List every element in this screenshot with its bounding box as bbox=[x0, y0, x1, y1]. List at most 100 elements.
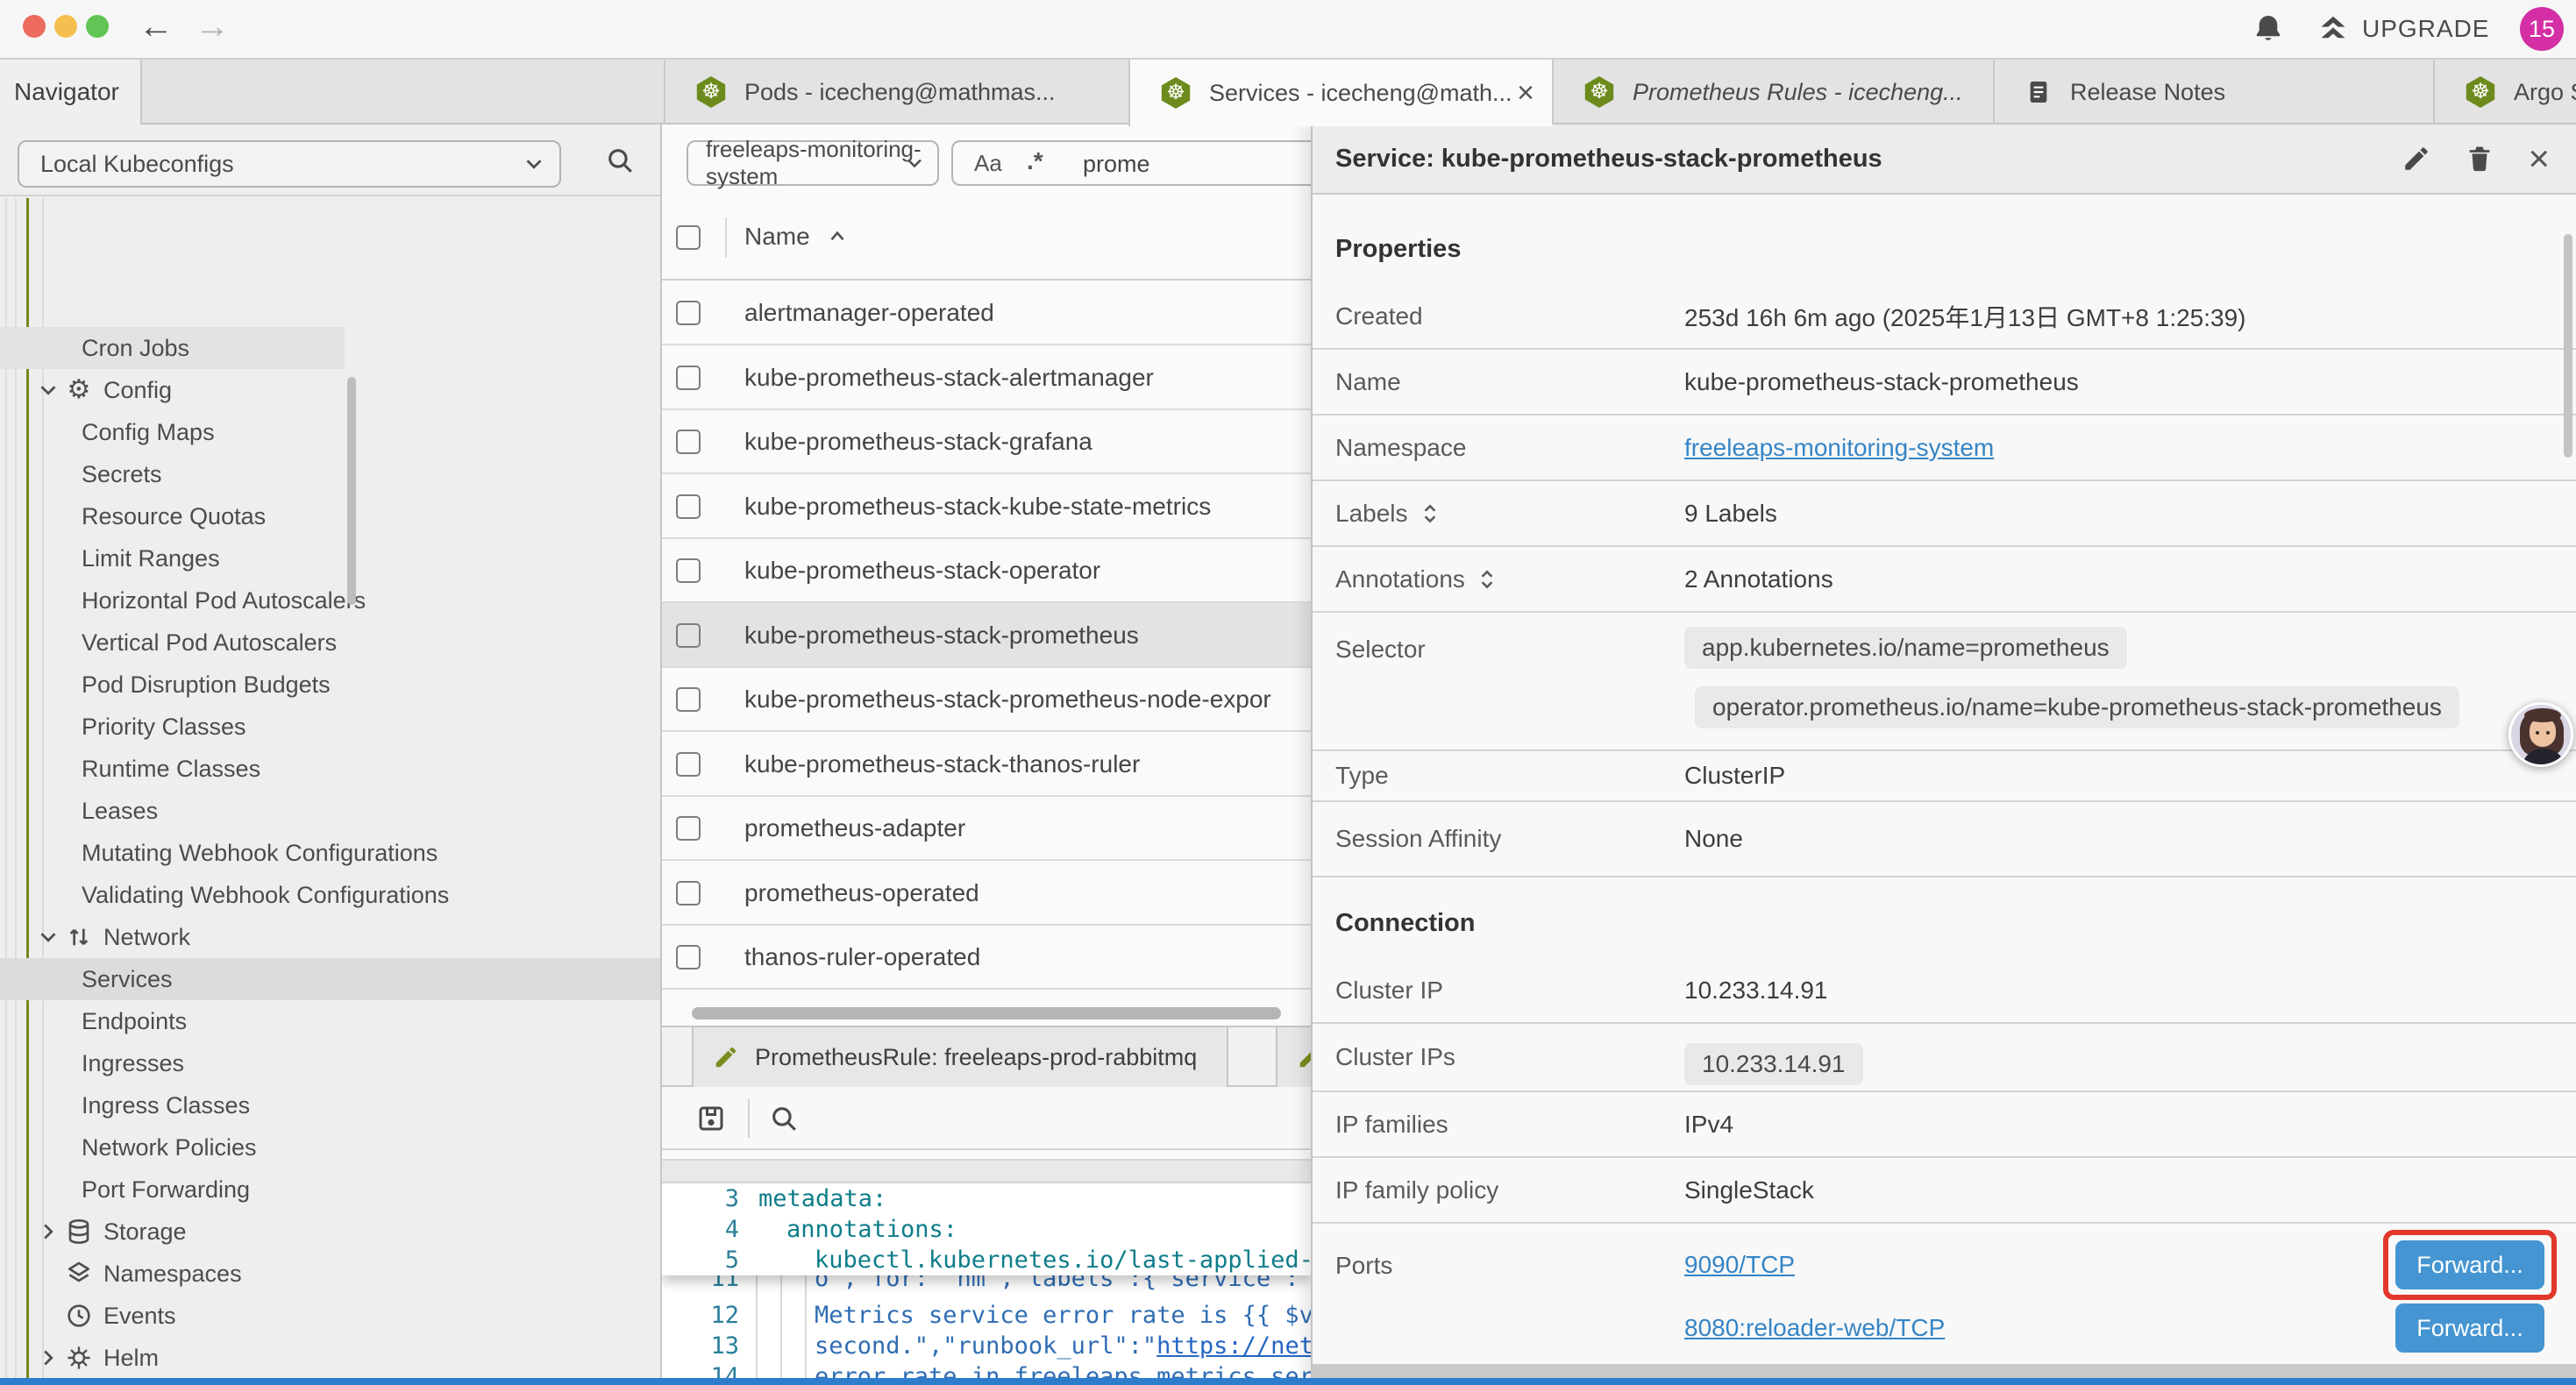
column-header-name[interactable]: Name bbox=[744, 223, 849, 251]
back-arrow-icon[interactable]: ← bbox=[139, 7, 174, 46]
row-checkbox[interactable] bbox=[676, 945, 701, 970]
notification-count-badge[interactable]: 15 bbox=[2520, 7, 2564, 51]
horizontal-scrollbar[interactable] bbox=[1313, 1364, 2576, 1378]
pencil-icon[interactable] bbox=[2402, 144, 2431, 174]
scrollbar-thumb[interactable] bbox=[347, 377, 356, 605]
row-checkbox[interactable] bbox=[676, 752, 701, 777]
close-window-icon[interactable] bbox=[23, 15, 46, 38]
tab-argo-se[interactable]: ☸Argo Se bbox=[2433, 60, 2576, 124]
sidebar-item-priority-classes[interactable]: Priority Classes bbox=[0, 706, 660, 748]
table-row-kube-prometheus-stack-kube-state-metrics[interactable]: kube-prometheus-stack-kube-state-metrics bbox=[662, 474, 1311, 539]
kubernetes-icon: ☸ bbox=[2465, 76, 2496, 108]
upgrade-button[interactable]: UPGRADE bbox=[2316, 12, 2489, 46]
sidebar-item-runtime-classes[interactable]: Runtime Classes bbox=[0, 748, 660, 790]
sidebar-item-ingress-classes[interactable]: Ingress Classes bbox=[0, 1084, 660, 1126]
editor-tab-prometheusrule[interactable]: PrometheusRule: freeleaps-prod-rabbitmq bbox=[692, 1027, 1228, 1087]
sidebar-item-endpoints[interactable]: Endpoints bbox=[0, 1000, 660, 1042]
sidebar-item-pod-disruption-budgets[interactable]: Pod Disruption Budgets bbox=[0, 664, 660, 706]
row-checkbox[interactable] bbox=[676, 558, 701, 583]
sidebar-item-network-policies[interactable]: Network Policies bbox=[0, 1126, 660, 1168]
select-all-checkbox[interactable] bbox=[676, 225, 701, 250]
sidebar-item-port-forwarding[interactable]: Port Forwarding bbox=[0, 1168, 660, 1211]
sidebar-item-secrets[interactable]: Secrets bbox=[0, 453, 660, 495]
sidebar-item-label: Leases bbox=[82, 798, 158, 825]
table-row-kube-prometheus-stack-grafana[interactable]: kube-prometheus-stack-grafana bbox=[662, 409, 1311, 474]
sidebar-item-ingresses[interactable]: Ingresses bbox=[0, 1042, 660, 1084]
trash-icon[interactable] bbox=[2465, 144, 2494, 174]
sidebar-item-resource-quotas[interactable]: Resource Quotas bbox=[0, 495, 660, 537]
save-icon[interactable] bbox=[695, 1103, 727, 1134]
zoom-window-icon[interactable] bbox=[86, 15, 109, 38]
table-row-prometheus-operated[interactable]: prometheus-operated bbox=[662, 861, 1311, 926]
scrollbar-thumb[interactable] bbox=[2564, 234, 2572, 458]
sidebar-item-label: Port Forwarding bbox=[82, 1176, 250, 1204]
field-label: IP family policy bbox=[1313, 1176, 1684, 1204]
minimize-window-icon[interactable] bbox=[54, 15, 77, 38]
table-row-kube-prometheus-stack-prometheus-node-expor[interactable]: kube-prometheus-stack-prometheus-node-ex… bbox=[662, 667, 1311, 732]
search-input[interactable]: Aa .* prome bbox=[951, 140, 1311, 186]
search-icon[interactable] bbox=[605, 146, 635, 175]
tab-services-icecheng-math[interactable]: ☸Services - icecheng@math...× bbox=[1128, 60, 1552, 126]
value-chip: 10.233.14.91 bbox=[1684, 1043, 1863, 1085]
row-checkbox[interactable] bbox=[676, 494, 701, 519]
sidebar-item-label: Resource Quotas bbox=[82, 503, 266, 530]
tab-navigator[interactable]: Navigator bbox=[0, 60, 142, 124]
forward-button[interactable]: Forward... bbox=[2395, 1303, 2544, 1353]
table-row-alertmanager-operated[interactable]: alertmanager-operated bbox=[662, 281, 1311, 345]
table-row-kube-prometheus-stack-prometheus[interactable]: kube-prometheus-stack-prometheus bbox=[662, 603, 1311, 668]
editor-tab-partial[interactable] bbox=[1276, 1027, 1311, 1087]
sidebar-item-limit-ranges[interactable]: Limit Ranges bbox=[0, 537, 660, 579]
sidebar-item-storage[interactable]: Storage bbox=[0, 1211, 660, 1253]
namespace-filter-select[interactable]: freeleaps-monitoring-system bbox=[687, 140, 939, 186]
sidebar-item-validating-webhook-configurations[interactable]: Validating Webhook Configurations bbox=[0, 874, 660, 916]
forward-arrow-icon[interactable]: → bbox=[195, 7, 230, 46]
close-icon[interactable]: × bbox=[2528, 140, 2550, 177]
avatar[interactable] bbox=[2508, 702, 2573, 767]
field-value: IPv4 bbox=[1684, 1111, 1733, 1139]
service-name: alertmanager-operated bbox=[744, 299, 994, 327]
row-checkbox[interactable] bbox=[676, 301, 701, 325]
sidebar-item-config[interactable]: ⚙Config bbox=[0, 369, 660, 411]
tab-pods-icecheng-mathmas[interactable]: ☸Pods - icecheng@mathmas... bbox=[664, 60, 1128, 124]
notifications-bell-icon[interactable] bbox=[2252, 12, 2285, 46]
port-link[interactable]: 9090/TCP bbox=[1684, 1251, 1795, 1279]
service-name: kube-prometheus-stack-operator bbox=[744, 557, 1100, 585]
regex-toggle[interactable]: .* bbox=[1027, 147, 1043, 175]
chevron-down-icon[interactable] bbox=[35, 377, 61, 403]
chevron-right-icon[interactable] bbox=[35, 1345, 61, 1371]
match-case-toggle[interactable]: Aa bbox=[974, 150, 1002, 177]
chevron-right-icon[interactable] bbox=[35, 1218, 61, 1245]
sidebar-item-network[interactable]: Network bbox=[0, 916, 660, 958]
table-row-thanos-ruler-operated[interactable]: thanos-ruler-operated bbox=[662, 925, 1311, 990]
chevron-down-icon[interactable] bbox=[35, 924, 61, 950]
close-icon[interactable]: × bbox=[1517, 78, 1534, 108]
kubeconfig-select[interactable]: Local Kubeconfigs bbox=[18, 140, 561, 188]
table-row-kube-prometheus-stack-alertmanager[interactable]: kube-prometheus-stack-alertmanager bbox=[662, 345, 1311, 410]
row-checkbox[interactable] bbox=[676, 366, 701, 390]
tab-release-notes[interactable]: Release Notes bbox=[1993, 60, 2433, 124]
sidebar-item-leases[interactable]: Leases bbox=[0, 790, 660, 832]
row-checkbox[interactable] bbox=[676, 623, 701, 648]
sidebar-item-helm[interactable]: Helm bbox=[0, 1337, 660, 1379]
sidebar-item-services[interactable]: Services bbox=[0, 958, 660, 1000]
tab-prometheus-rules-icecheng[interactable]: ☸Prometheus Rules - icecheng... bbox=[1552, 60, 1993, 124]
sidebar-item-cron-jobs[interactable]: Cron Jobs bbox=[0, 327, 345, 369]
sidebar-item-mutating-webhook-configurations[interactable]: Mutating Webhook Configurations bbox=[0, 832, 660, 874]
row-checkbox[interactable] bbox=[676, 430, 701, 454]
search-icon[interactable] bbox=[769, 1104, 799, 1133]
table-row-prometheus-adapter[interactable]: prometheus-adapter bbox=[662, 796, 1311, 861]
yaml-editor[interactable]: 11o", for: "nm", labels :{ service : 12M… bbox=[662, 1183, 1311, 1385]
sidebar-item-vertical-pod-autoscalers[interactable]: Vertical Pod Autoscalers bbox=[0, 621, 660, 664]
sidebar-item-events[interactable]: Events bbox=[0, 1295, 660, 1337]
sidebar-item-namespaces[interactable]: Namespaces bbox=[0, 1253, 660, 1295]
table-row-kube-prometheus-stack-operator[interactable]: kube-prometheus-stack-operator bbox=[662, 538, 1311, 603]
port-link[interactable]: 8080:reloader-web/TCP bbox=[1684, 1314, 1945, 1342]
row-checkbox[interactable] bbox=[676, 881, 701, 906]
row-checkbox[interactable] bbox=[676, 816, 701, 841]
sidebar-item-horizontal-pod-autoscalers[interactable]: Horizontal Pod Autoscalers bbox=[0, 579, 660, 621]
sidebar-item-config-maps[interactable]: Config Maps bbox=[0, 411, 660, 453]
row-checkbox[interactable] bbox=[676, 687, 701, 712]
table-row-kube-prometheus-stack-thanos-ruler[interactable]: kube-prometheus-stack-thanos-ruler bbox=[662, 732, 1311, 797]
namespace-link[interactable]: freeleaps-monitoring-system bbox=[1684, 434, 1994, 462]
horizontal-scrollbar-thumb[interactable] bbox=[692, 1007, 1281, 1019]
